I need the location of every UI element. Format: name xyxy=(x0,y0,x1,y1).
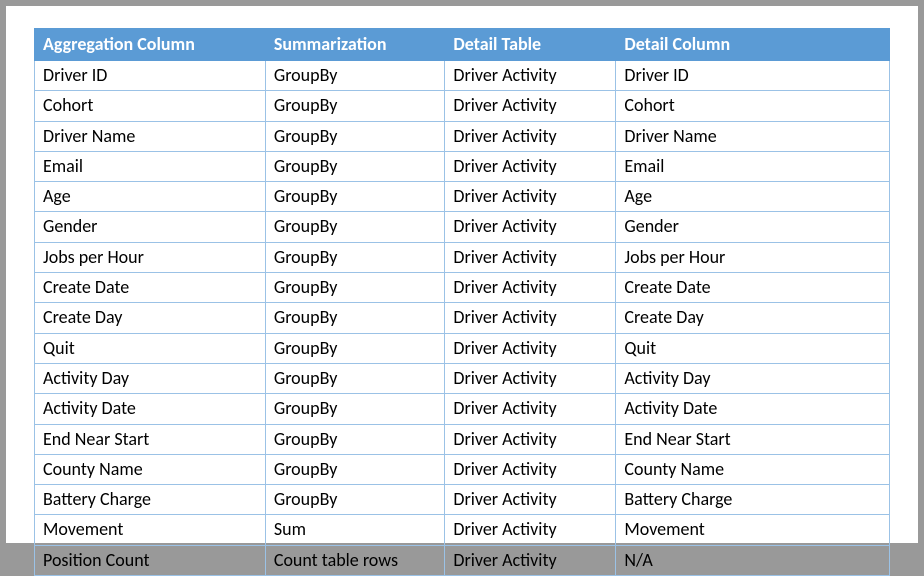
cell-c1: GroupBy xyxy=(265,242,445,272)
cell-c3: Email xyxy=(616,151,890,181)
table-row: County NameGroupByDriver ActivityCounty … xyxy=(35,454,890,484)
cell-c1: GroupBy xyxy=(265,454,445,484)
table-row: Driver IDGroupByDriver ActivityDriver ID xyxy=(35,61,890,91)
table-row: MovementSumDriver ActivityMovement xyxy=(35,515,890,545)
cell-c2: Driver Activity xyxy=(445,273,616,303)
cell-c2: Driver Activity xyxy=(445,454,616,484)
cell-c0: Driver ID xyxy=(35,61,266,91)
cell-c2: Driver Activity xyxy=(445,212,616,242)
cell-c0: Cohort xyxy=(35,91,266,121)
cell-c0: Battery Charge xyxy=(35,485,266,515)
cell-c3: Movement xyxy=(616,515,890,545)
table-row: Activity DayGroupByDriver ActivityActivi… xyxy=(35,363,890,393)
cell-c1: GroupBy xyxy=(265,363,445,393)
cell-c2: Driver Activity xyxy=(445,91,616,121)
table-row: Create DateGroupByDriver ActivityCreate … xyxy=(35,273,890,303)
cell-c3: Activity Date xyxy=(616,394,890,424)
cell-c1: Count table rows xyxy=(265,545,445,575)
cell-c1: GroupBy xyxy=(265,61,445,91)
cell-c0: Age xyxy=(35,182,266,212)
cell-c3: Create Date xyxy=(616,273,890,303)
cell-c2: Driver Activity xyxy=(445,515,616,545)
cell-c0: Quit xyxy=(35,333,266,363)
cell-c0: Email xyxy=(35,151,266,181)
cell-c0: Movement xyxy=(35,515,266,545)
cell-c1: GroupBy xyxy=(265,273,445,303)
cell-c3: Create Day xyxy=(616,303,890,333)
cell-c3: Driver Name xyxy=(616,121,890,151)
cell-c2: Driver Activity xyxy=(445,303,616,333)
table-row: Jobs per HourGroupByDriver ActivityJobs … xyxy=(35,242,890,272)
cell-c0: End Near Start xyxy=(35,424,266,454)
table-header-row: Aggregation Column Summarization Detail … xyxy=(35,29,890,61)
cell-c0: Create Date xyxy=(35,273,266,303)
cell-c3: Cohort xyxy=(616,91,890,121)
cell-c2: Driver Activity xyxy=(445,333,616,363)
cell-c2: Driver Activity xyxy=(445,121,616,151)
table-row: Activity DateGroupByDriver ActivityActiv… xyxy=(35,394,890,424)
cell-c3: Age xyxy=(616,182,890,212)
page-frame: Aggregation Column Summarization Detail … xyxy=(6,6,918,543)
table-row: QuitGroupByDriver ActivityQuit xyxy=(35,333,890,363)
cell-c3: County Name xyxy=(616,454,890,484)
cell-c2: Driver Activity xyxy=(445,61,616,91)
cell-c1: GroupBy xyxy=(265,212,445,242)
table-row: AgeGroupByDriver ActivityAge xyxy=(35,182,890,212)
cell-c3: Gender xyxy=(616,212,890,242)
cell-c1: GroupBy xyxy=(265,182,445,212)
cell-c1: GroupBy xyxy=(265,121,445,151)
cell-c0: Jobs per Hour xyxy=(35,242,266,272)
cell-c1: GroupBy xyxy=(265,91,445,121)
table-row: End Near StartGroupByDriver ActivityEnd … xyxy=(35,424,890,454)
cell-c2: Driver Activity xyxy=(445,363,616,393)
table-row: GenderGroupByDriver ActivityGender xyxy=(35,212,890,242)
cell-c1: GroupBy xyxy=(265,333,445,363)
cell-c1: GroupBy xyxy=(265,424,445,454)
cell-c1: GroupBy xyxy=(265,394,445,424)
header-summarization: Summarization xyxy=(265,29,445,61)
cell-c2: Driver Activity xyxy=(445,394,616,424)
cell-c2: Driver Activity xyxy=(445,485,616,515)
table-row: CohortGroupByDriver ActivityCohort xyxy=(35,91,890,121)
cell-c2: Driver Activity xyxy=(445,242,616,272)
cell-c3: Activity Day xyxy=(616,363,890,393)
cell-c0: Activity Date xyxy=(35,394,266,424)
cell-c2: Driver Activity xyxy=(445,182,616,212)
cell-c0: Position Count xyxy=(35,545,266,575)
header-aggregation-column: Aggregation Column xyxy=(35,29,266,61)
cell-c3: Battery Charge xyxy=(616,485,890,515)
table-row: Driver NameGroupByDriver ActivityDriver … xyxy=(35,121,890,151)
cell-c0: Driver Name xyxy=(35,121,266,151)
table-row: Create DayGroupByDriver ActivityCreate D… xyxy=(35,303,890,333)
cell-c3: Quit xyxy=(616,333,890,363)
table-row: Battery ChargeGroupByDriver ActivityBatt… xyxy=(35,485,890,515)
cell-c0: Create Day xyxy=(35,303,266,333)
table-row: Position CountCount table rowsDriver Act… xyxy=(35,545,890,575)
cell-c3: End Near Start xyxy=(616,424,890,454)
cell-c0: Gender xyxy=(35,212,266,242)
cell-c3: N/A xyxy=(616,545,890,575)
header-detail-table: Detail Table xyxy=(445,29,616,61)
cell-c3: Driver ID xyxy=(616,61,890,91)
cell-c2: Driver Activity xyxy=(445,545,616,575)
cell-c0: Activity Day xyxy=(35,363,266,393)
cell-c2: Driver Activity xyxy=(445,424,616,454)
cell-c2: Driver Activity xyxy=(445,151,616,181)
table-row: EmailGroupByDriver ActivityEmail xyxy=(35,151,890,181)
cell-c3: Jobs per Hour xyxy=(616,242,890,272)
cell-c1: GroupBy xyxy=(265,303,445,333)
aggregation-table: Aggregation Column Summarization Detail … xyxy=(34,28,890,576)
header-detail-column: Detail Column xyxy=(616,29,890,61)
cell-c0: County Name xyxy=(35,454,266,484)
cell-c1: Sum xyxy=(265,515,445,545)
cell-c1: GroupBy xyxy=(265,485,445,515)
cell-c1: GroupBy xyxy=(265,151,445,181)
